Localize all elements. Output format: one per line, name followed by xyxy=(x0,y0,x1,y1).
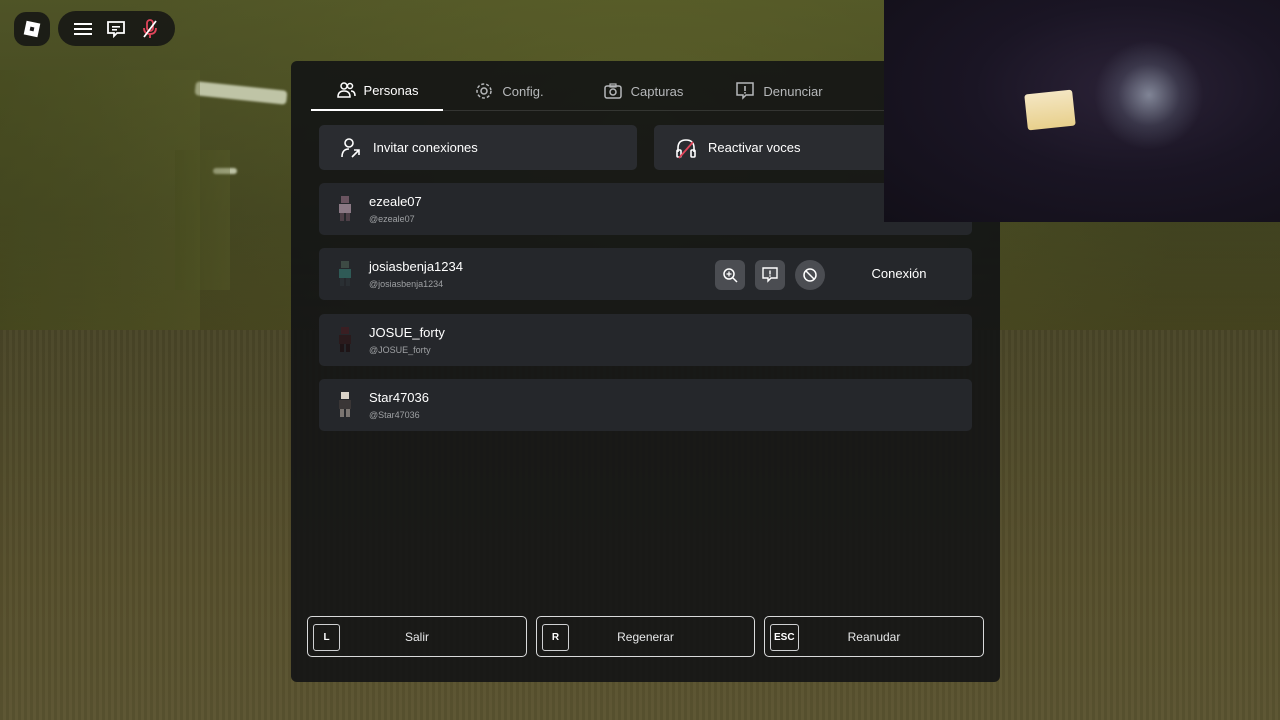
reset-button[interactable]: R Regenerar xyxy=(536,616,755,657)
roblox-logo-icon xyxy=(23,20,41,38)
tab-label: Personas xyxy=(363,82,419,98)
player-handle: @Star47036 xyxy=(369,410,420,420)
inspect-button[interactable] xyxy=(715,260,745,290)
key-hint: ESC xyxy=(770,624,799,651)
invite-connections-button[interactable]: Invitar conexiones xyxy=(319,125,637,170)
player-handle: @ezeale07 xyxy=(369,214,415,224)
chat-button[interactable] xyxy=(103,16,129,42)
hamburger-menu-button[interactable] xyxy=(70,16,96,42)
resume-button[interactable]: ESC Reanudar xyxy=(764,616,984,657)
leave-button[interactable]: L Salir xyxy=(307,616,527,657)
zoom-in-icon xyxy=(723,268,738,283)
avatar xyxy=(339,392,351,417)
key-hint: L xyxy=(313,624,340,651)
block-icon xyxy=(803,268,817,282)
roblox-menu-button[interactable] xyxy=(14,12,50,46)
unmute-label: Reactivar voces xyxy=(708,140,801,155)
webcam-overlay xyxy=(884,0,1280,222)
tab-label: Config. xyxy=(502,83,544,99)
headphones-icon xyxy=(676,138,696,159)
key-hint: R xyxy=(542,624,569,651)
player-name: ezeale07 xyxy=(369,194,422,209)
chat-icon xyxy=(107,20,126,38)
connect-button[interactable]: Conexión xyxy=(849,266,949,281)
block-button[interactable] xyxy=(795,260,825,290)
wall-pillar xyxy=(175,150,230,290)
player-name: josiasbenja1234 xyxy=(369,259,463,274)
avatar xyxy=(339,196,351,221)
top-toolbar xyxy=(58,11,175,46)
tab-bar: Personas Config. Capturas Denunciar xyxy=(311,71,971,111)
player-handle: @josiasbenja1234 xyxy=(369,279,444,289)
avatar xyxy=(339,261,351,286)
report-icon xyxy=(762,267,778,283)
leave-label: Salir xyxy=(404,629,429,644)
wall-pillar xyxy=(0,70,200,330)
tab-denunciar[interactable]: Denunciar xyxy=(711,71,847,111)
tab-config[interactable]: Config. xyxy=(443,71,575,111)
invite-label: Invitar conexiones xyxy=(373,140,478,155)
tab-personas[interactable]: Personas xyxy=(311,71,443,111)
avatar xyxy=(339,327,351,352)
mic-button[interactable] xyxy=(137,16,163,42)
webcam-screen-glow xyxy=(1024,89,1076,131)
player-actions xyxy=(715,260,825,290)
tab-label: Denunciar xyxy=(763,83,823,99)
player-row[interactable]: JOSUE_forty @JOSUE_forty xyxy=(319,314,972,366)
player-handle: @JOSUE_forty xyxy=(369,345,431,355)
camera-icon xyxy=(603,83,622,99)
hamburger-icon xyxy=(73,22,92,35)
invite-user-icon xyxy=(341,137,360,158)
player-row[interactable]: josiasbenja1234 @josiasbenja1234 Conexió… xyxy=(319,248,972,300)
tab-capturas[interactable]: Capturas xyxy=(575,71,711,111)
player-name: Star47036 xyxy=(369,390,429,405)
gear-icon xyxy=(476,83,493,99)
mic-muted-icon xyxy=(143,18,158,38)
player-row[interactable]: Star47036 @Star47036 xyxy=(319,379,972,431)
tab-label: Capturas xyxy=(630,83,684,99)
player-row[interactable]: ezeale07 @ezeale07 xyxy=(319,183,972,235)
reset-label: Regenerar xyxy=(617,629,674,644)
report-player-button[interactable] xyxy=(755,260,785,290)
report-icon xyxy=(736,82,755,100)
people-icon xyxy=(336,82,356,98)
webcam-person xyxy=(1094,40,1204,150)
player-name: JOSUE_forty xyxy=(369,325,445,340)
